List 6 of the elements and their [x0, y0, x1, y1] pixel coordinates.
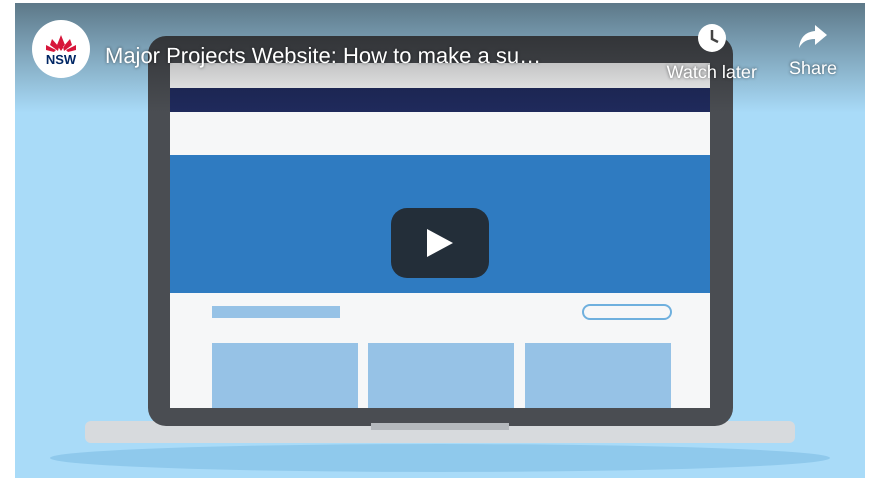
play-icon	[427, 229, 453, 257]
flower-icon	[44, 32, 78, 52]
play-button[interactable]	[391, 208, 489, 278]
logo-text: NSW	[46, 52, 76, 66]
clock-icon	[696, 23, 727, 53]
share-icon	[798, 23, 828, 49]
